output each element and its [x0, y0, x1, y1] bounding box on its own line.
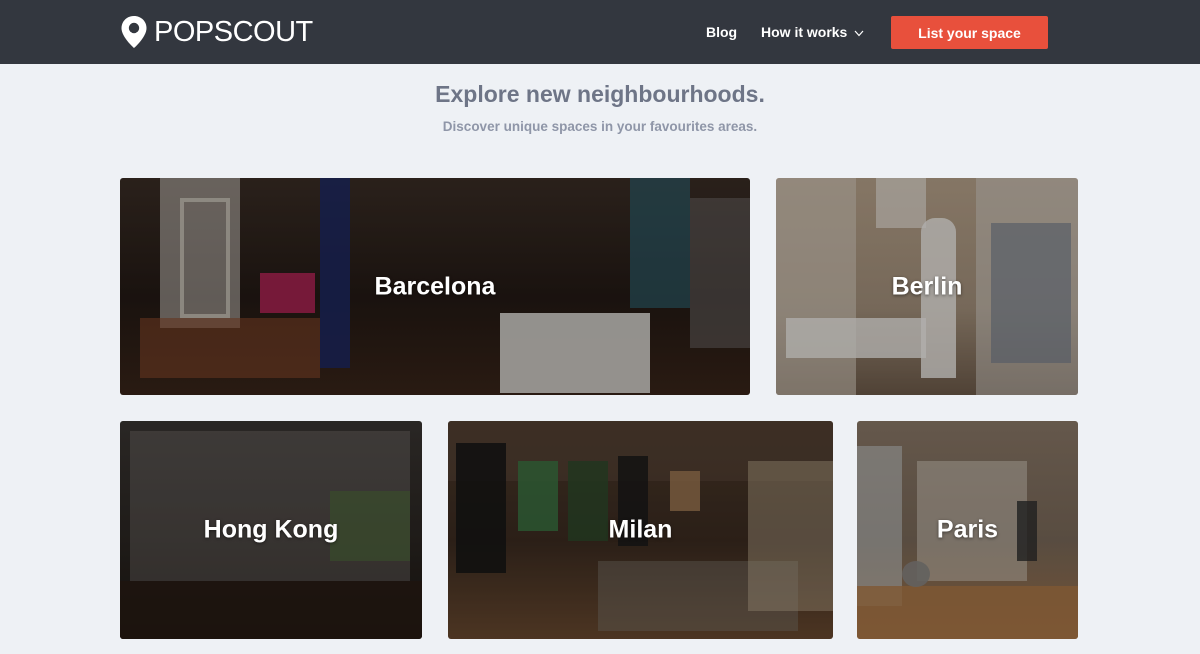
- nav-how-it-works-dropdown[interactable]: How it works: [761, 23, 864, 41]
- city-name: Hong Kong: [203, 515, 339, 544]
- nav-blog-label: Blog: [706, 24, 738, 40]
- city-name: Berlin: [891, 272, 963, 300]
- list-your-space-label: List your space: [918, 24, 1021, 41]
- chevron-down-icon: [854, 28, 864, 37]
- city-card-hong-kong[interactable]: Hong Kong: [120, 421, 422, 639]
- logo[interactable]: POPSCOUT: [120, 15, 313, 49]
- page-title: Explore new neighbourhoods.: [435, 81, 765, 107]
- city-card-barcelona[interactable]: Barcelona: [120, 178, 750, 395]
- city-card-paris[interactable]: Paris: [857, 421, 1078, 639]
- map-pin-icon: [120, 15, 148, 49]
- top-navbar: POPSCOUT Blog How it works List your spa…: [0, 0, 1200, 64]
- city-name: Milan: [608, 515, 673, 544]
- brand-name: POPSCOUT: [154, 16, 313, 48]
- nav-blog-link[interactable]: Blog: [706, 23, 737, 41]
- nav-how-it-works-label: How it works: [761, 24, 848, 40]
- page-subtitle: Discover unique spaces in your favourite…: [442, 119, 758, 134]
- city-name: Barcelona: [374, 272, 496, 300]
- city-name: Paris: [936, 515, 999, 544]
- city-card-berlin[interactable]: Berlin: [776, 178, 1078, 395]
- city-card-milan[interactable]: Milan: [448, 421, 833, 639]
- list-your-space-button[interactable]: List your space: [891, 16, 1048, 49]
